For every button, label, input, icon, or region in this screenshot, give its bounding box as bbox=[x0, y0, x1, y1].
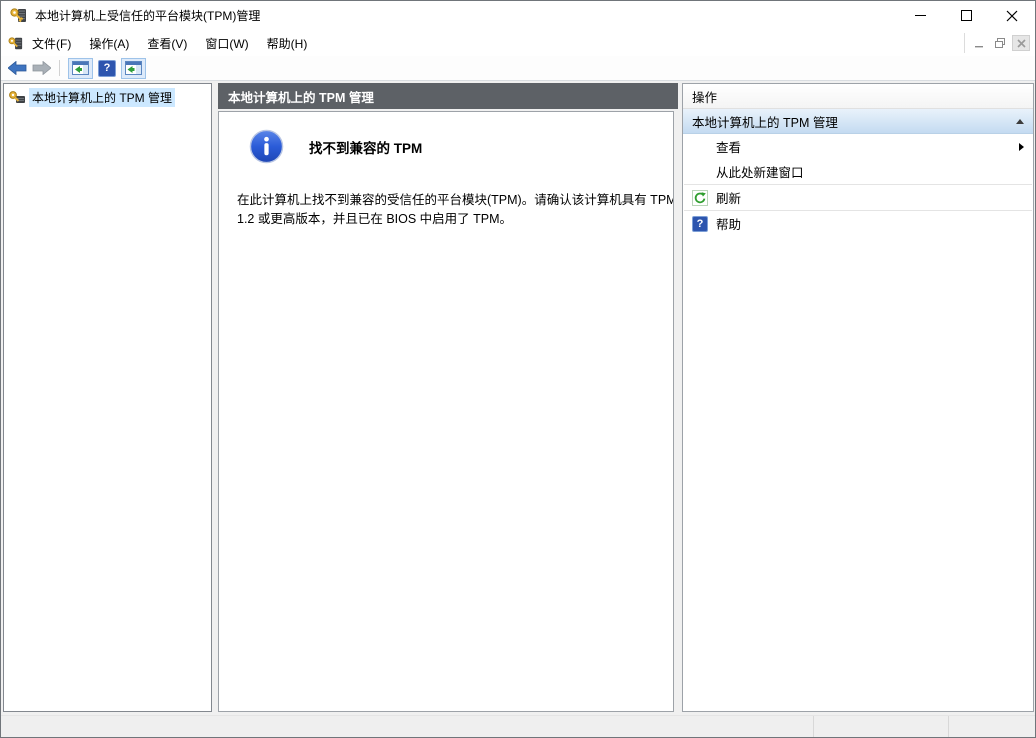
actions-pane-title: 操作 bbox=[692, 90, 718, 105]
menu-bar: 文件(F) 操作(A) 查看(V) 窗口(W) 帮助(H) bbox=[1, 30, 1035, 56]
actions-group-title: 本地计算机上的 TPM 管理 bbox=[692, 115, 838, 130]
action-item-view[interactable]: 查看 bbox=[683, 134, 1033, 159]
menu-action[interactable]: 操作(A) bbox=[80, 31, 138, 56]
child-minimize-button[interactable] bbox=[970, 35, 988, 51]
mmc-window: 本地计算机上受信任的平台模块(TPM)管理 文件(F) 操作(A) 查看(V) bbox=[0, 0, 1036, 738]
results-pane-title: 本地计算机上的 TPM 管理 bbox=[228, 90, 374, 105]
child-close-button[interactable] bbox=[1012, 35, 1030, 51]
forward-button[interactable] bbox=[32, 61, 51, 75]
console-tree-pane: 本地计算机上的 TPM 管理 bbox=[3, 83, 212, 712]
minimize-button[interactable] bbox=[897, 1, 943, 30]
menu-window[interactable]: 窗口(W) bbox=[196, 31, 257, 56]
info-icon bbox=[249, 129, 284, 164]
action-item-help[interactable]: ? 帮助 bbox=[683, 211, 1033, 236]
message-body: 在此计算机上找不到兼容的受信任的平台模块(TPM)。请确认该计算机具有 TPM … bbox=[237, 193, 674, 226]
tpm-key-icon bbox=[10, 8, 26, 23]
status-bar-segment bbox=[813, 716, 948, 737]
child-restore-button[interactable] bbox=[991, 35, 1009, 51]
console-document-icon bbox=[8, 36, 23, 49]
forward-arrow-icon bbox=[32, 61, 51, 75]
results-pane-header: 本地计算机上的 TPM 管理 bbox=[218, 83, 678, 109]
menu-file[interactable]: 文件(F) bbox=[23, 31, 80, 56]
status-bar bbox=[1, 715, 1035, 737]
help-toolbar-button[interactable]: ? bbox=[98, 59, 116, 77]
maximize-button[interactable] bbox=[943, 1, 989, 30]
status-bar-message-area bbox=[1, 716, 813, 737]
toolbar: ? bbox=[1, 56, 1035, 81]
action-item-new-window[interactable]: 从此处新建窗口 bbox=[683, 159, 1033, 184]
window-title: 本地计算机上受信任的平台模块(TPM)管理 bbox=[35, 9, 261, 23]
actions-pane: 操作 本地计算机上的 TPM 管理 查看 从此处新建窗口 刷新 ? 帮助 bbox=[682, 83, 1034, 712]
action-item-refresh[interactable]: 刷新 bbox=[683, 185, 1033, 210]
back-arrow-icon bbox=[8, 61, 27, 75]
main-area: 本地计算机上的 TPM 管理 本地计算机上的 TPM 管理 找不到兼容的 TPM… bbox=[1, 81, 1035, 715]
child-window-controls bbox=[964, 33, 1030, 53]
action-item-label: 刷新 bbox=[716, 192, 742, 206]
console-tree-icon bbox=[72, 61, 89, 75]
action-pane-icon bbox=[125, 61, 142, 75]
show-hide-action-pane-button[interactable] bbox=[121, 57, 146, 79]
back-button[interactable] bbox=[8, 61, 27, 75]
action-item-label: 帮助 bbox=[716, 218, 742, 232]
title-bar: 本地计算机上受信任的平台模块(TPM)管理 bbox=[1, 1, 1035, 30]
close-button[interactable] bbox=[989, 1, 1035, 30]
actions-pane-header: 操作 bbox=[683, 84, 1033, 109]
action-item-label: 查看 bbox=[716, 141, 742, 155]
show-hide-console-tree-button[interactable] bbox=[68, 57, 93, 79]
tree-item-label: 本地计算机上的 TPM 管理 bbox=[29, 88, 175, 107]
action-item-label: 从此处新建窗口 bbox=[716, 166, 804, 180]
tree-item-tpm-management[interactable]: 本地计算机上的 TPM 管理 bbox=[4, 88, 211, 107]
status-bar-segment bbox=[948, 716, 1035, 737]
menu-help[interactable]: 帮助(H) bbox=[258, 31, 317, 56]
collapse-up-icon bbox=[1016, 118, 1024, 124]
results-pane-body: 找不到兼容的 TPM 在此计算机上找不到兼容的受信任的平台模块(TPM)。请确认… bbox=[218, 111, 674, 712]
actions-group-header[interactable]: 本地计算机上的 TPM 管理 bbox=[683, 109, 1033, 134]
message-title: 找不到兼容的 TPM bbox=[309, 140, 423, 156]
submenu-arrow-icon bbox=[1019, 142, 1024, 151]
results-pane: 本地计算机上的 TPM 管理 找不到兼容的 TPM 在此计算机上找不到兼容的受信… bbox=[218, 83, 678, 712]
help-icon: ? bbox=[692, 215, 708, 232]
menu-view[interactable]: 查看(V) bbox=[138, 31, 196, 56]
toolbar-separator bbox=[59, 60, 60, 76]
refresh-icon bbox=[692, 189, 708, 206]
help-icon: ? bbox=[103, 62, 111, 74]
tpm-key-icon bbox=[9, 90, 25, 103]
